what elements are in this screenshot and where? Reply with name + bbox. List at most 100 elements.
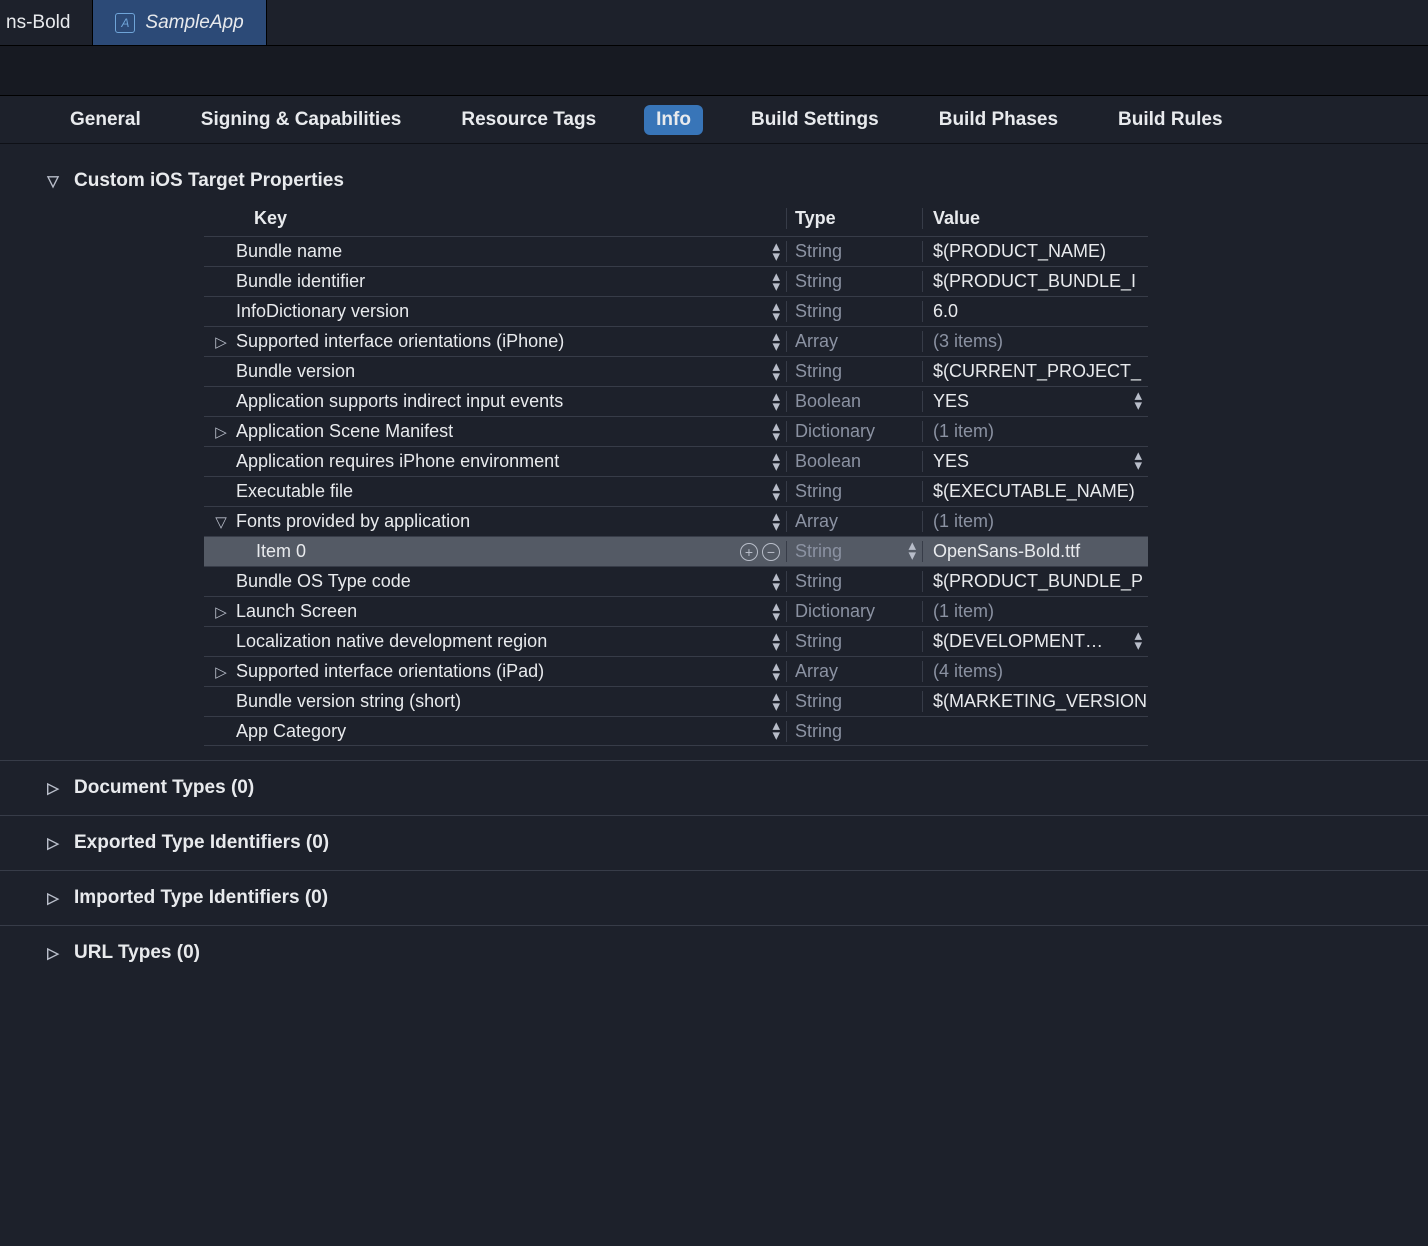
plist-row[interactable]: Bundle version string (short)String$(MAR… bbox=[204, 686, 1148, 716]
plist-key-cell[interactable]: ▷Launch Screen bbox=[204, 601, 786, 622]
key-popup-stepper[interactable] bbox=[772, 662, 780, 682]
plist-row[interactable]: Application supports indirect input even… bbox=[204, 386, 1148, 416]
plist-type-cell[interactable]: String bbox=[786, 631, 922, 652]
plist-col-value[interactable]: Value bbox=[922, 208, 1148, 229]
value-popup-stepper[interactable] bbox=[1134, 391, 1142, 411]
plist-value-cell[interactable]: (1 item) bbox=[922, 511, 1148, 532]
plist-key-cell[interactable]: Bundle identifier bbox=[204, 271, 786, 292]
plist-value-cell[interactable]: $(DEVELOPMENT… bbox=[922, 631, 1148, 652]
file-tab-prev[interactable]: ns-Bold bbox=[0, 0, 93, 45]
plist-key-cell[interactable]: ▽Fonts provided by application bbox=[204, 511, 786, 532]
value-popup-stepper[interactable] bbox=[1134, 451, 1142, 471]
plist-row[interactable]: Bundle OS Type codeString$(PRODUCT_BUNDL… bbox=[204, 566, 1148, 596]
plist-key-cell[interactable]: ▷Supported interface orientations (iPad) bbox=[204, 661, 786, 682]
plist-value-cell[interactable]: (1 item) bbox=[922, 601, 1148, 622]
plist-value-cell[interactable]: $(PRODUCT_BUNDLE_I bbox=[922, 271, 1148, 292]
key-popup-stepper[interactable] bbox=[772, 422, 780, 442]
key-popup-stepper[interactable] bbox=[772, 362, 780, 382]
chevron-down-icon[interactable]: ▽ bbox=[214, 513, 228, 531]
key-popup-stepper[interactable] bbox=[772, 302, 780, 322]
plist-value-cell[interactable]: $(PRODUCT_BUNDLE_P bbox=[922, 571, 1148, 592]
plist-key-cell[interactable]: Bundle version string (short) bbox=[204, 691, 786, 712]
plist-type-cell[interactable]: Dictionary bbox=[786, 421, 922, 442]
plist-row[interactable]: ▽Fonts provided by applicationArray(1 it… bbox=[204, 506, 1148, 536]
plist-value-cell[interactable]: 6.0 bbox=[922, 301, 1148, 322]
plist-key-cell[interactable]: InfoDictionary version bbox=[204, 301, 786, 322]
key-popup-stepper[interactable] bbox=[772, 572, 780, 592]
plist-key-cell[interactable]: Bundle version bbox=[204, 361, 786, 382]
plist-type-cell[interactable]: String bbox=[786, 361, 922, 382]
plist-value-cell[interactable]: (4 items) bbox=[922, 661, 1148, 682]
plist-row[interactable]: Bundle nameString$(PRODUCT_NAME) bbox=[204, 236, 1148, 266]
plist-row[interactable]: InfoDictionary versionString6.0 bbox=[204, 296, 1148, 326]
section-urltypes[interactable]: ▷URL Types (0) bbox=[0, 925, 1428, 980]
plist-type-cell[interactable]: String bbox=[786, 721, 922, 742]
chevron-right-icon[interactable]: ▷ bbox=[214, 423, 228, 441]
value-popup-stepper[interactable] bbox=[1134, 631, 1142, 651]
plist-row[interactable]: ▷Supported interface orientations (iPhon… bbox=[204, 326, 1148, 356]
plist-type-cell[interactable]: Boolean bbox=[786, 451, 922, 472]
key-popup-stepper[interactable] bbox=[772, 692, 780, 712]
plist-key-cell[interactable]: Executable file bbox=[204, 481, 786, 502]
plist-row[interactable]: Bundle versionString$(CURRENT_PROJECT_ bbox=[204, 356, 1148, 386]
plist-type-cell[interactable]: String bbox=[786, 571, 922, 592]
section-exported[interactable]: ▷Exported Type Identifiers (0) bbox=[0, 815, 1428, 870]
tab-buildrules[interactable]: Build Rules bbox=[1106, 105, 1235, 135]
plist-key-cell[interactable]: Bundle OS Type code bbox=[204, 571, 786, 592]
key-popup-stepper[interactable] bbox=[772, 512, 780, 532]
plist-col-key[interactable]: Key bbox=[204, 208, 786, 229]
key-popup-stepper[interactable] bbox=[772, 632, 780, 652]
plist-value-cell[interactable]: YES bbox=[922, 391, 1148, 412]
section-imported[interactable]: ▷Imported Type Identifiers (0) bbox=[0, 870, 1428, 925]
add-row-button[interactable]: + bbox=[740, 543, 758, 561]
plist-row[interactable]: ▷Supported interface orientations (iPad)… bbox=[204, 656, 1148, 686]
plist-type-cell[interactable]: Dictionary bbox=[786, 601, 922, 622]
plist-row[interactable]: Application requires iPhone environmentB… bbox=[204, 446, 1148, 476]
plist-row[interactable]: Localization native development regionSt… bbox=[204, 626, 1148, 656]
key-popup-stepper[interactable] bbox=[772, 452, 780, 472]
plist-key-cell[interactable]: Item 0+− bbox=[204, 541, 786, 562]
tab-buildphases[interactable]: Build Phases bbox=[927, 105, 1070, 135]
plist-type-cell[interactable]: Array bbox=[786, 661, 922, 682]
plist-type-cell[interactable]: Array bbox=[786, 511, 922, 532]
tab-resource[interactable]: Resource Tags bbox=[449, 105, 608, 135]
tab-info[interactable]: Info bbox=[644, 105, 703, 135]
plist-key-cell[interactable]: Localization native development region bbox=[204, 631, 786, 652]
plist-type-cell[interactable]: String bbox=[786, 301, 922, 322]
key-popup-stepper[interactable] bbox=[772, 242, 780, 262]
plist-key-cell[interactable]: Bundle name bbox=[204, 241, 786, 262]
plist-type-cell[interactable]: String bbox=[786, 481, 922, 502]
plist-row[interactable]: Bundle identifierString$(PRODUCT_BUNDLE_… bbox=[204, 266, 1148, 296]
chevron-right-icon[interactable]: ▷ bbox=[214, 663, 228, 681]
plist-row[interactable]: ▷Application Scene ManifestDictionary(1 … bbox=[204, 416, 1148, 446]
tab-buildsettings[interactable]: Build Settings bbox=[739, 105, 891, 135]
plist-key-cell[interactable]: App Category bbox=[204, 721, 786, 742]
key-popup-stepper[interactable] bbox=[772, 332, 780, 352]
key-popup-stepper[interactable] bbox=[772, 602, 780, 622]
plist-key-cell[interactable]: Application supports indirect input even… bbox=[204, 391, 786, 412]
remove-row-button[interactable]: − bbox=[762, 543, 780, 561]
key-popup-stepper[interactable] bbox=[772, 272, 780, 292]
plist-value-cell[interactable]: (1 item) bbox=[922, 421, 1148, 442]
plist-type-cell[interactable]: String bbox=[786, 241, 922, 262]
plist-value-cell[interactable]: $(MARKETING_VERSION bbox=[922, 691, 1148, 712]
plist-type-cell[interactable]: String bbox=[786, 691, 922, 712]
plist-type-cell[interactable]: String bbox=[786, 541, 922, 562]
plist-value-cell[interactable]: (3 items) bbox=[922, 331, 1148, 352]
plist-col-type[interactable]: Type bbox=[786, 208, 922, 229]
section-custom-properties[interactable]: ▽ Custom iOS Target Properties bbox=[0, 162, 1428, 200]
plist-key-cell[interactable]: ▷Supported interface orientations (iPhon… bbox=[204, 331, 786, 352]
key-popup-stepper[interactable] bbox=[772, 482, 780, 502]
plist-key-cell[interactable]: Application requires iPhone environment bbox=[204, 451, 786, 472]
file-tab-active[interactable]: A SampleApp bbox=[93, 0, 266, 45]
plist-value-cell[interactable]: OpenSans-Bold.ttf bbox=[922, 541, 1148, 562]
plist-type-cell[interactable]: Array bbox=[786, 331, 922, 352]
plist-row[interactable]: ▷Launch ScreenDictionary(1 item) bbox=[204, 596, 1148, 626]
plist-type-cell[interactable]: Boolean bbox=[786, 391, 922, 412]
section-doctypes[interactable]: ▷Document Types (0) bbox=[0, 760, 1428, 815]
plist-value-cell[interactable]: $(EXECUTABLE_NAME) bbox=[922, 481, 1148, 502]
tab-signing[interactable]: Signing & Capabilities bbox=[189, 105, 414, 135]
chevron-right-icon[interactable]: ▷ bbox=[214, 333, 228, 351]
tab-general[interactable]: General bbox=[58, 105, 153, 135]
plist-value-cell[interactable]: $(PRODUCT_NAME) bbox=[922, 241, 1148, 262]
